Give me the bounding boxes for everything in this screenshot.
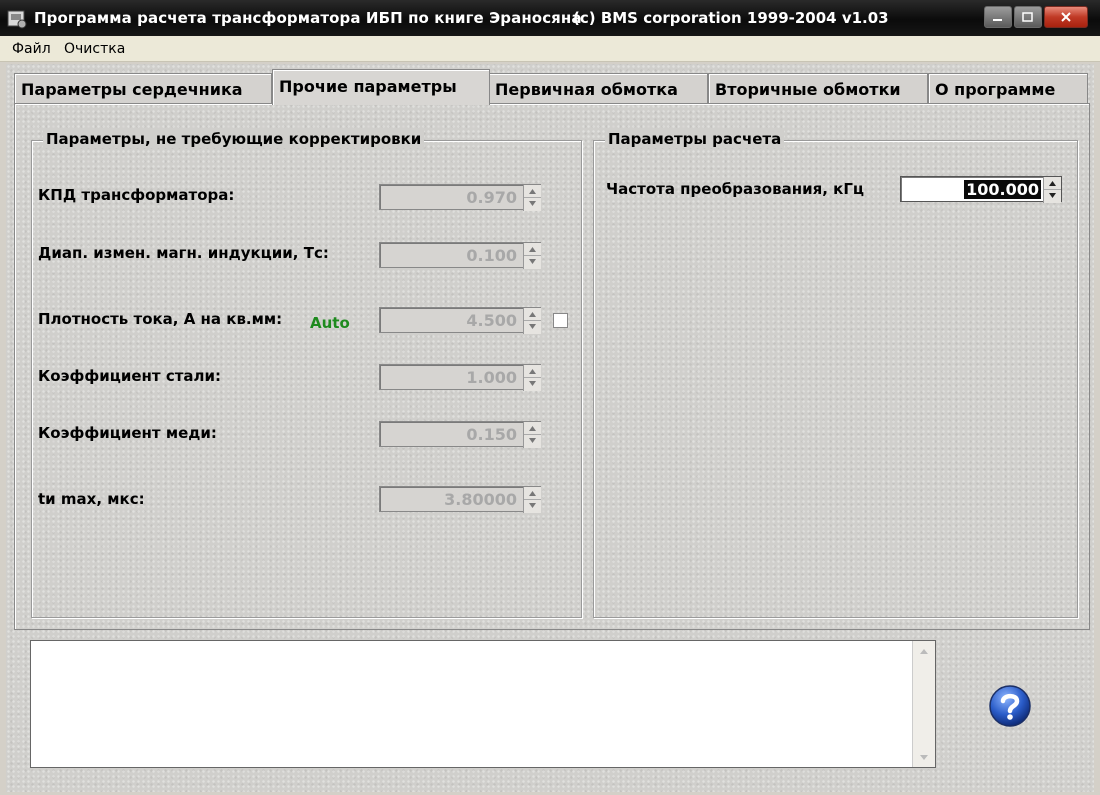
pulse-time-down-button[interactable] <box>524 499 541 511</box>
current-density-input[interactable] <box>382 309 519 331</box>
maximize-button[interactable] <box>1014 6 1042 28</box>
tab-core-parameters[interactable]: Параметры сердечника <box>14 73 272 103</box>
steel-coefficient-down-button[interactable] <box>524 377 541 389</box>
arrow-down-icon <box>1049 192 1056 198</box>
copper-coefficient-input[interactable] <box>382 423 519 445</box>
app-icon <box>7 10 27 29</box>
frequency-label: Частота преобразования, кГц <box>606 180 865 198</box>
fixed-parameters-title: Параметры, не требующие корректировки <box>43 130 425 148</box>
tab-about[interactable]: О программе <box>928 73 1088 103</box>
arrow-down-icon <box>920 754 928 760</box>
menu-file[interactable]: Файл <box>12 41 51 57</box>
arrow-down-icon <box>529 380 536 386</box>
memo-scrollbar[interactable] <box>912 641 935 767</box>
frequency-spinner[interactable]: 100.000 <box>900 176 1062 203</box>
steel-coefficient-spinner[interactable] <box>379 364 541 391</box>
arrow-down-icon <box>529 258 536 264</box>
menu-bar: Файл Очистка <box>0 36 1100 62</box>
help-button[interactable] <box>988 684 1032 728</box>
arrow-down-icon <box>529 323 536 329</box>
copper-coefficient-label: Коэффициент меди: <box>38 424 217 442</box>
window-controls <box>984 6 1088 28</box>
steel-coefficient-input[interactable] <box>382 366 519 388</box>
copper-coefficient-spinner[interactable] <box>379 421 541 448</box>
maximize-icon <box>1022 12 1033 22</box>
menu-clear[interactable]: Очистка <box>64 41 125 57</box>
output-memo[interactable] <box>30 640 936 768</box>
arrow-up-icon <box>1049 180 1056 186</box>
arrow-down-icon <box>529 437 536 443</box>
auto-checkbox[interactable] <box>553 313 568 328</box>
induction-range-down-button[interactable] <box>524 255 541 267</box>
scroll-up-button[interactable] <box>915 643 933 659</box>
current-density-label: Плотность тока, А на кв.мм: <box>38 310 283 328</box>
current-density-spinner[interactable] <box>379 307 541 334</box>
arrow-up-icon <box>529 311 536 317</box>
efficiency-input[interactable] <box>382 186 519 208</box>
close-icon <box>1061 12 1071 22</box>
efficiency-down-button[interactable] <box>524 197 541 209</box>
pulse-time-spinner[interactable] <box>379 486 541 513</box>
arrow-up-icon <box>529 490 536 496</box>
pulse-time-label: tи max, мкс: <box>38 490 145 508</box>
tab-primary-winding[interactable]: Первичная обмотка <box>488 73 708 103</box>
efficiency-spinner[interactable] <box>379 184 541 211</box>
arrow-up-icon <box>529 246 536 252</box>
minimize-button[interactable] <box>984 6 1012 28</box>
induction-range-input[interactable] <box>382 244 519 266</box>
copper-coefficient-down-button[interactable] <box>524 434 541 446</box>
arrow-up-icon <box>529 368 536 374</box>
calculation-parameters-title: Параметры расчета <box>605 130 785 148</box>
title-bar: Программа расчета трансформатора ИБП по … <box>0 0 1100 36</box>
frequency-down-button[interactable] <box>1044 189 1061 201</box>
window-title: Программа расчета трансформатора ИБП по … <box>34 9 582 27</box>
tab-secondary-windings[interactable]: Вторичные обмотки <box>708 73 928 103</box>
minimize-icon <box>993 19 1002 21</box>
arrow-down-icon <box>529 502 536 508</box>
induction-range-label: Диап. измен. магн. индукции, Тс: <box>38 244 329 262</box>
arrow-up-icon <box>529 425 536 431</box>
arrow-up-icon <box>920 648 928 654</box>
window-copyright: (c) BMS corporation 1999-2004 v1.03 <box>573 9 889 27</box>
auto-label: Auto <box>310 314 350 332</box>
efficiency-label: КПД трансформатора: <box>38 186 235 204</box>
scroll-down-button[interactable] <box>915 749 933 765</box>
calculation-parameters-group <box>593 140 1078 618</box>
steel-coefficient-label: Коэффициент стали: <box>38 367 222 385</box>
pulse-time-input[interactable] <box>382 488 519 510</box>
arrow-up-icon <box>529 188 536 194</box>
close-button[interactable] <box>1044 6 1088 28</box>
arrow-down-icon <box>529 200 536 206</box>
frequency-value[interactable]: 100.000 <box>964 180 1041 199</box>
induction-range-spinner[interactable] <box>379 242 541 269</box>
current-density-down-button[interactable] <box>524 320 541 332</box>
tab-other-parameters[interactable]: Прочие параметры <box>272 69 490 105</box>
